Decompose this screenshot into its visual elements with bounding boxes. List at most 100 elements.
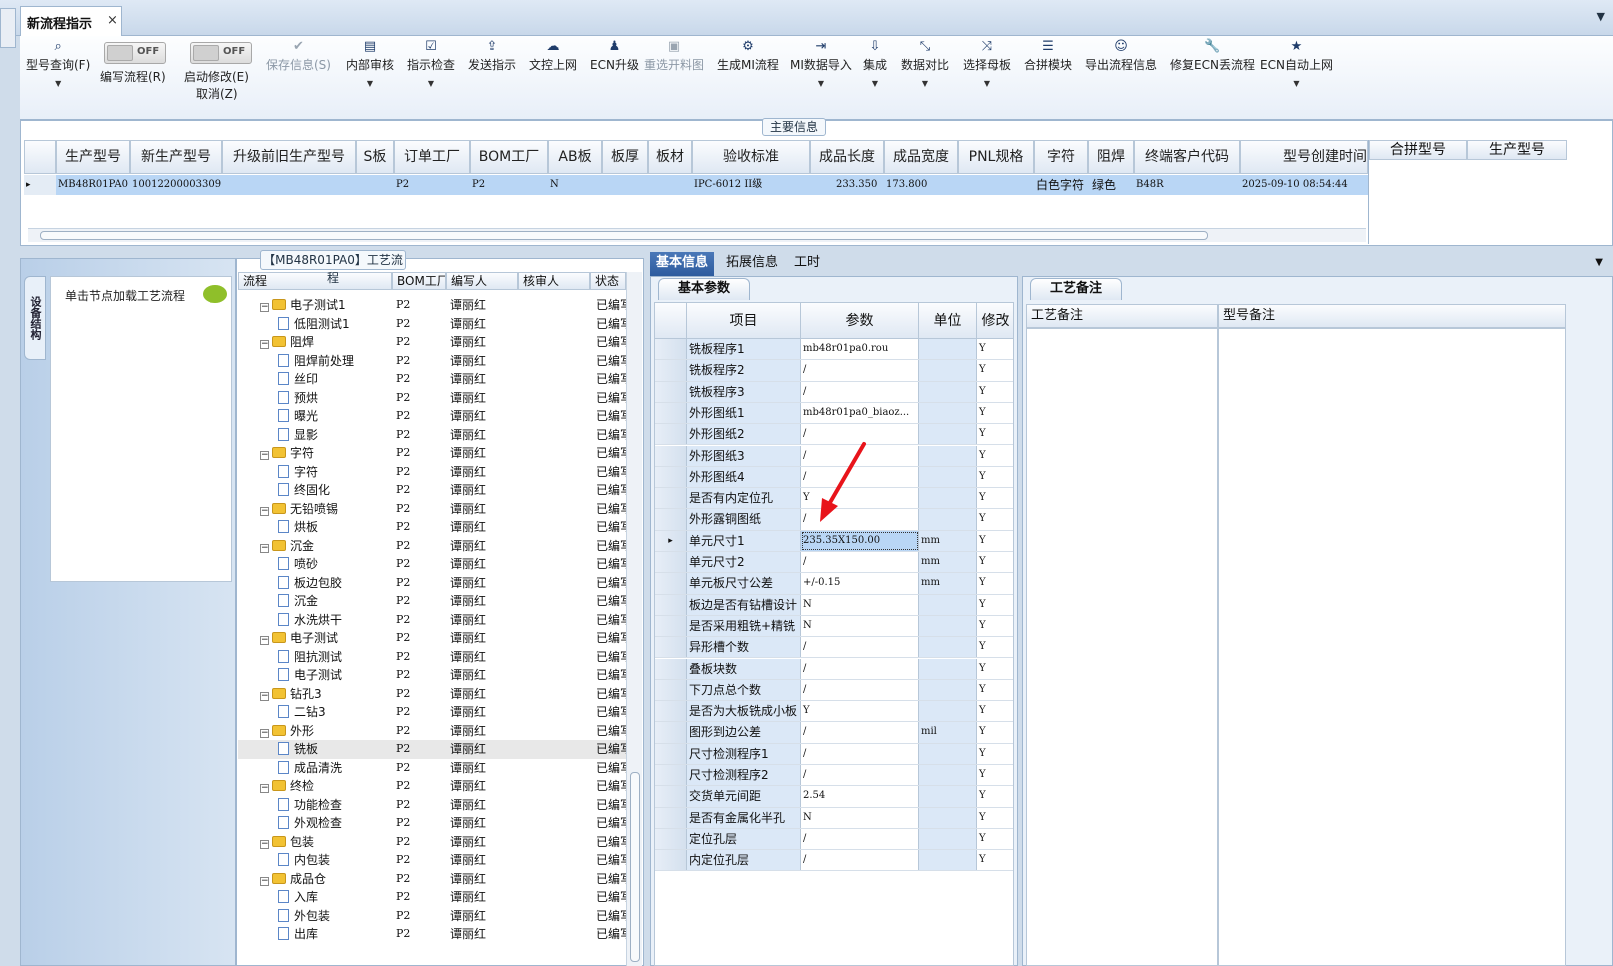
- send-instruction-button[interactable]: ⇪ 发送指示: [468, 38, 516, 73]
- write-flow-toggle[interactable]: OFF: [104, 42, 166, 64]
- param-modify[interactable]: Y: [977, 808, 1013, 828]
- cell-created[interactable]: 2025-09-10 08:54:44: [1240, 175, 1368, 195]
- tree-row[interactable]: − 字符 P2 谭丽红 已编写: [238, 444, 626, 463]
- tree-row[interactable]: 铣板 P2 谭丽红 已编写: [238, 740, 626, 759]
- cell-mask[interactable]: 绿色: [1088, 175, 1134, 195]
- col-header[interactable]: 字符: [1034, 140, 1088, 174]
- param-modify[interactable]: Y: [977, 403, 1013, 423]
- tab-work-hours[interactable]: 工时: [788, 252, 826, 276]
- cell-standard[interactable]: IPC-6012 II级: [692, 175, 810, 195]
- col-header[interactable]: PNL规格: [958, 140, 1034, 174]
- param-unit[interactable]: mm: [919, 552, 977, 573]
- mi-import-button[interactable]: ⇥ MI数据导入 ▼: [790, 38, 852, 88]
- param-value[interactable]: /: [801, 445, 919, 466]
- chevron-down-icon[interactable]: ▼: [1589, 252, 1609, 276]
- param-row[interactable]: 单元板尺寸公差 +/-0.15 mm Y: [655, 573, 1013, 595]
- param-value[interactable]: N: [801, 807, 919, 828]
- col-header[interactable]: 终端客户代码: [1134, 140, 1240, 174]
- chevron-down-icon[interactable]: ▼: [963, 79, 1011, 88]
- tab-equipment-structure[interactable]: 设备结构: [24, 276, 46, 360]
- collapse-icon[interactable]: −: [260, 636, 269, 645]
- param-unit[interactable]: [919, 445, 977, 466]
- col-header[interactable]: AB板: [548, 140, 602, 174]
- param-row[interactable]: 图形到边公差 / mil Y: [655, 722, 1013, 744]
- param-value[interactable]: mb48r01pa0.rou: [801, 339, 919, 360]
- export-flow-button[interactable]: ☺ 导出流程信息: [1085, 38, 1157, 73]
- tree-row[interactable]: 外观检查 P2 谭丽红 已编写: [238, 814, 626, 833]
- param-modify[interactable]: Y: [977, 339, 1013, 359]
- param-unit[interactable]: [919, 466, 977, 488]
- tree-row[interactable]: − 无铅喷锡 P2 谭丽红 已编写: [238, 500, 626, 519]
- param-row[interactable]: 铣板程序2/ Y: [655, 360, 1013, 382]
- select-template-button[interactable]: ⤨ 选择母板 ▼: [963, 38, 1011, 88]
- tree-row[interactable]: − 包装 P2 谭丽红 已编写: [238, 833, 626, 852]
- cell-new-model[interactable]: 10012200003309: [130, 175, 222, 195]
- param-unit[interactable]: mm: [919, 530, 977, 551]
- cell-length[interactable]: 233.350: [810, 175, 884, 195]
- param-row[interactable]: 尺寸检测程序2/ Y: [655, 765, 1013, 787]
- start-modify-toggle[interactable]: OFF: [190, 42, 252, 64]
- tab-process-notes[interactable]: 工艺备注: [1030, 278, 1122, 300]
- param-modify[interactable]: Y: [977, 382, 1013, 402]
- param-unit[interactable]: [919, 339, 977, 360]
- param-unit[interactable]: [919, 509, 977, 530]
- col-header[interactable]: 项目: [687, 303, 801, 339]
- param-value[interactable]: /: [801, 552, 919, 573]
- param-value[interactable]: N: [801, 594, 919, 615]
- tree-row[interactable]: − 沉金 P2 谭丽红 已编写: [238, 537, 626, 556]
- col-header[interactable]: 验收标准: [692, 140, 810, 174]
- tree-row[interactable]: − 成品仓 P2 谭丽红 已编写: [238, 870, 626, 889]
- scrollbar-thumb[interactable]: [40, 231, 1208, 240]
- param-row[interactable]: 外形图纸3/ Y: [655, 445, 1013, 467]
- param-unit[interactable]: [919, 679, 977, 701]
- param-unit[interactable]: [919, 743, 977, 764]
- model-note-textarea[interactable]: [1218, 328, 1566, 966]
- param-unit[interactable]: mm: [919, 573, 977, 594]
- param-value[interactable]: /: [801, 743, 919, 764]
- col-header[interactable]: 阻焊: [1088, 140, 1134, 174]
- merge-module-button[interactable]: ☰ 合拼模块: [1024, 38, 1072, 73]
- col-header[interactable]: 成品长度: [810, 140, 884, 174]
- param-row[interactable]: 外形图纸2/ Y: [655, 424, 1013, 446]
- param-value[interactable]: Y: [801, 701, 919, 722]
- param-row[interactable]: 尺寸检测程序1/ Y: [655, 743, 1013, 765]
- param-modify[interactable]: Y: [977, 531, 1013, 551]
- param-modify[interactable]: Y: [977, 573, 1013, 593]
- param-unit[interactable]: [919, 424, 977, 445]
- col-header[interactable]: 型号备注: [1218, 304, 1566, 328]
- param-row[interactable]: 外形图纸4/ Y: [655, 466, 1013, 489]
- param-row[interactable]: 定位孔层 / Y: [655, 828, 1013, 851]
- param-value[interactable]: /: [801, 658, 919, 679]
- tab-menu-chevron-icon[interactable]: ▼: [1597, 10, 1605, 23]
- tree-row[interactable]: − 电子测试1 P2 谭丽红 已编写: [238, 296, 626, 315]
- tree-row[interactable]: − 外形 P2 谭丽红 已编写: [238, 722, 626, 741]
- collapse-icon[interactable]: −: [260, 303, 269, 312]
- tree-row[interactable]: − 阻焊 P2 谭丽红 已编写: [238, 333, 626, 352]
- tree-row[interactable]: 成品清洗 P2 谭丽红 已编写: [238, 759, 626, 778]
- cell-customer[interactable]: B48R: [1134, 175, 1240, 195]
- param-modify[interactable]: Y: [977, 659, 1013, 679]
- param-unit[interactable]: [919, 615, 977, 637]
- col-header[interactable]: 参数: [801, 303, 919, 339]
- param-unit[interactable]: [919, 360, 977, 381]
- collapse-icon[interactable]: −: [260, 691, 269, 701]
- chevron-down-icon[interactable]: ▼: [26, 79, 90, 88]
- param-value[interactable]: /: [801, 679, 919, 701]
- chevron-down-icon[interactable]: ▼: [863, 79, 887, 88]
- param-unit[interactable]: [919, 701, 977, 722]
- col-header[interactable]: 工艺备注: [1026, 304, 1218, 328]
- instruction-check-button[interactable]: ☑ 指示检查 ▼: [407, 38, 455, 88]
- param-row[interactable]: 叠板块数 / Y: [655, 658, 1013, 680]
- chevron-down-icon[interactable]: ▼: [407, 79, 455, 88]
- col-header[interactable]: 成品宽度: [884, 140, 958, 174]
- param-modify[interactable]: Y: [977, 850, 1013, 870]
- param-row[interactable]: 铣板程序3/ Y: [655, 381, 1013, 403]
- param-row[interactable]: 铣板程序1 mb48r01pa0.rou Y: [655, 339, 1013, 361]
- param-row[interactable]: 是否为大板铣成小板 Y Y: [655, 701, 1013, 723]
- collapse-icon[interactable]: −: [260, 784, 269, 793]
- collapse-icon[interactable]: −: [260, 728, 269, 738]
- collapse-icon[interactable]: −: [260, 451, 269, 460]
- param-value[interactable]: /: [801, 509, 919, 530]
- param-modify[interactable]: Y: [977, 360, 1013, 380]
- param-modify[interactable]: Y: [977, 616, 1013, 636]
